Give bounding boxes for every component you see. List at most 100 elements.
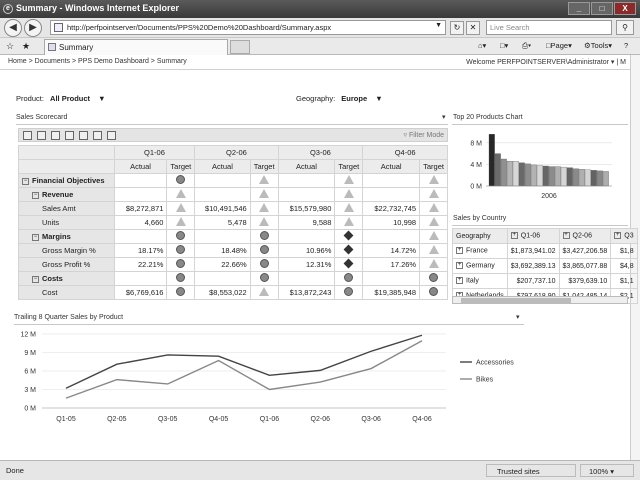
add-favorites-icon[interactable]: ★ [22,41,30,52]
expand-plus-icon[interactable]: + [456,277,463,285]
expand-plus-icon[interactable]: + [562,232,570,240]
geography-dropdown-icon[interactable]: ▼ [375,94,382,103]
country-row[interactable]: + Italy $207,737.10 $379,639.10 $1,1 [452,273,638,289]
scorecard-row[interactable]: − Financial Objectives [18,173,448,188]
trailing-menu-icon[interactable]: ▾ [516,313,520,321]
sbc-scroll-thumb[interactable] [461,298,571,303]
address-input[interactable]: http://perfpointserver/Documents/PPS%20D… [50,20,446,35]
triangle-indicator-icon [343,175,354,184]
row-label[interactable]: Gross Margin % [18,243,115,258]
search-icon[interactable]: ⚲ [616,20,634,35]
collapse-minus-icon[interactable]: − [32,275,39,283]
scorecard-row[interactable]: Units 4,660 5,478 9,588 10,998 [18,215,448,230]
collapse-icon[interactable] [37,131,46,140]
expand-plus-icon[interactable]: + [456,247,463,255]
welcome-menu[interactable]: Welcome PERFPOINTSERVER\Administrator ▾ … [466,58,626,66]
tools-menu-label: Tools [590,41,609,50]
geography-filter[interactable]: Geography: Europe ▼ [296,94,383,103]
scorecard-row[interactable]: Gross Profit % 22.21% 22.66% 12.31% 17.26% [18,257,448,272]
scorecard-row[interactable]: Sales Amt $8,272,871 $10,491,546 $15,579,98… [18,201,448,216]
collapse-minus-icon[interactable]: − [22,177,29,185]
q2-column-header[interactable]: + Q2-06 [558,228,612,244]
q3-column-header[interactable]: + Q3 [610,228,638,244]
scorecard-row[interactable]: − Margins [18,229,448,244]
target-cell [419,285,448,300]
country-row[interactable]: + Germany $3,692,389.13 $3,865,077.88 $4,8 [452,258,638,274]
row-label[interactable]: − Financial Objectives [18,173,115,188]
row-label[interactable]: Cost [18,285,115,300]
sbc-horizontal-scrollbar[interactable] [452,296,628,304]
sales-value-cell: $1,873,941.02 [506,243,560,259]
scorecard-menu-icon[interactable]: ▾ [442,113,446,121]
scorecard-body: − Financial Objectives − Revenue Sales Amt $8… [18,173,448,300]
geography-column-header[interactable]: Geography [452,228,508,244]
filter-mode-button[interactable]: ▿ Filter Mode [404,131,444,139]
q2-column-label: Q2-06 [572,232,592,240]
favorites-star-icon[interactable]: ☆ [6,41,14,52]
expand-icon[interactable] [23,131,32,140]
row-label-text: Sales Amt [42,204,76,213]
forward-button[interactable]: ▶ [24,19,42,37]
country-row[interactable]: + France $1,873,941.02 $3,427,206.58 $1,8 [452,243,638,259]
minimize-button[interactable]: _ [568,2,590,15]
collapse-minus-icon[interactable]: − [32,233,39,241]
quarter-header[interactable]: Q1-06 [113,145,196,160]
scorecard-row[interactable]: Gross Margin % 18.17% 18.48% 10.96% 14.72% [18,243,448,258]
expand-plus-icon[interactable]: + [456,262,463,270]
scorecard-row[interactable]: − Revenue [18,187,448,202]
breadcrumb-text[interactable]: Home > Documents > PPS Demo Dashboard > … [8,58,187,65]
collapse-minus-icon[interactable]: − [32,191,39,199]
sales-value-cell: $1,1 [610,273,638,289]
stop-icon[interactable]: ✕ [466,21,480,35]
zoom-control[interactable]: 100% ▾ [580,464,634,477]
country-cell[interactable]: + Germany [452,258,508,274]
row-label-text: Financial Objectives [32,176,105,185]
zone-indicator[interactable]: Trusted sites [486,464,576,477]
sort-desc-icon[interactable] [65,131,74,140]
actual-cell: $22,732,745 [362,201,421,216]
actual-cell [362,187,421,202]
home-icon[interactable]: ⌂▾ [478,41,486,50]
row-label[interactable]: Gross Profit % [18,257,115,272]
maximize-button[interactable]: □ [591,2,613,15]
chart-icon[interactable] [79,131,88,140]
row-label[interactable]: − Revenue [18,187,115,202]
actual-cell [113,173,168,188]
diamond-indicator-icon [343,244,354,255]
feeds-icon[interactable]: □▾ [500,41,508,50]
quarter-header[interactable]: Q3-06 [277,145,364,160]
address-dropdown-icon[interactable]: ▼ [435,22,442,29]
help-icon[interactable]: ? [624,41,628,50]
actual-cell: 12.31% [277,257,336,272]
product-filter[interactable]: Product: All Product ▼ [16,94,106,103]
page-menu[interactable]: □Page▾ [546,41,572,50]
actual-cell: $15,579,980 [277,201,336,216]
q1-column-header[interactable]: + Q1-06 [506,228,560,244]
close-button[interactable]: X [614,2,636,15]
row-label[interactable]: − Costs [18,271,115,286]
row-label[interactable]: − Margins [18,229,115,244]
sort-asc-icon[interactable] [51,131,60,140]
new-tab-button[interactable] [230,40,250,54]
row-label[interactable]: Sales Amt [18,201,115,216]
expand-plus-icon[interactable]: + [510,232,518,240]
refresh-icon[interactable]: ↻ [450,21,464,35]
scorecard-row[interactable]: − Costs [18,271,448,286]
tab-summary[interactable]: Summary [44,39,228,55]
product-dropdown-icon[interactable]: ▼ [98,94,105,103]
trailing-title: Trailing 8 Quarter Sales by Product [14,314,124,321]
scorecard-row[interactable]: Cost $6,769,616 $8,553,022 $13,872,243 $19,3… [18,285,448,300]
expand-plus-icon[interactable]: + [614,232,622,240]
export-icon[interactable] [93,131,102,140]
row-label[interactable]: Units [18,215,115,230]
country-cell[interactable]: + France [452,243,508,259]
tools-menu[interactable]: ⚙Tools▾ [584,41,612,50]
quarter-header[interactable]: Q2-06 [194,145,279,160]
quarter-header[interactable]: Q4-06 [362,145,448,160]
target-cell [419,243,448,258]
back-button[interactable]: ◀ [4,19,22,37]
country-cell[interactable]: + Italy [452,273,508,289]
print-icon[interactable]: ⎙▾ [522,41,531,51]
search-input[interactable]: Live Search [486,20,612,35]
print-scorecard-icon[interactable] [107,131,116,140]
